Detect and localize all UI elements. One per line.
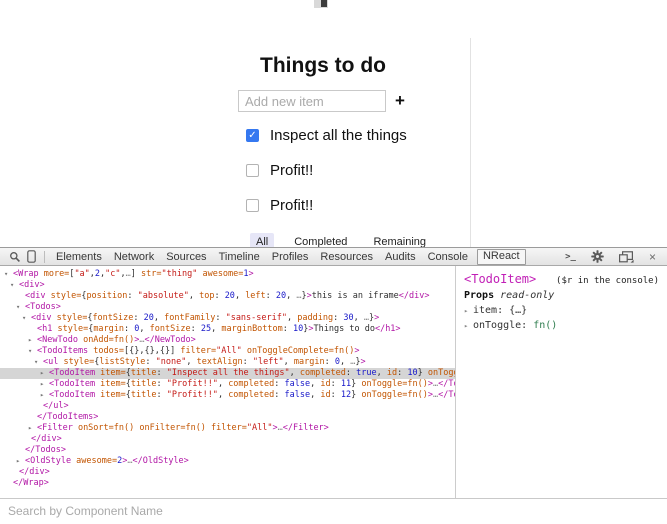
gear-icon[interactable] (591, 250, 604, 263)
selected-component-name: <TodoItem> (464, 272, 536, 286)
browser-content-area: Things to do + ✓ Inspect all the things Pr… (0, 0, 667, 247)
prop-row-item[interactable]: ▸item: {…} (464, 305, 659, 316)
prop-row-onToggle[interactable]: ▸onToggle: fn() (464, 320, 659, 331)
tab-profiles[interactable]: Profiles (266, 249, 315, 265)
tab-resources[interactable]: Resources (314, 249, 379, 265)
tab-timeline[interactable]: Timeline (213, 249, 266, 265)
tree-node[interactable]: <div style={position: "absolute", top: 2… (0, 291, 455, 302)
checkbox-checked-icon[interactable]: ✓ (246, 129, 259, 142)
toolbar-right-icons: >_ (562, 250, 661, 263)
props-readonly-label: read-only (500, 290, 554, 301)
todo-label: Inspect all the things (270, 127, 407, 144)
tree-node[interactable]: ▾<Wrap more=["a",2,"c",…] str="thing" aw… (0, 269, 455, 280)
close-icon[interactable]: × (649, 252, 656, 262)
tab-network[interactable]: Network (108, 249, 160, 265)
search-icon (9, 251, 21, 263)
tree-node[interactable]: </Todos> (0, 445, 455, 456)
component-search-input[interactable] (0, 499, 667, 523)
checkbox-unchecked-icon[interactable] (246, 199, 259, 212)
device-mode-icon[interactable] (27, 250, 36, 263)
component-tree-panel: ▾<Wrap more=["a",2,"c",…] str="thing" aw… (0, 266, 455, 498)
devtools-tab-strip: ElementsNetworkSourcesTimelineProfilesRe… (50, 249, 526, 265)
todo-row: Profit!! (238, 153, 408, 188)
devtools-panel: ElementsNetworkSourcesTimelineProfilesRe… (0, 247, 667, 523)
todo-row: ✓ Inspect all the things (238, 118, 408, 153)
props-label: Props (464, 290, 494, 301)
toolbar-separator (44, 251, 45, 263)
component-search-bar (0, 498, 667, 524)
new-item-input[interactable] (238, 90, 386, 112)
props-mode-line: Props read-only (464, 290, 659, 301)
browser-chrome-fragment (314, 0, 328, 8)
tree-node[interactable]: ▾<TodoItems todos=[{},{},{}] filter="All… (0, 346, 455, 357)
tree-node[interactable]: </div> (0, 434, 455, 445)
add-item-button[interactable]: + (395, 90, 405, 112)
todo-label: Profit!! (270, 197, 313, 214)
tree-node[interactable]: ▾<div style={fontSize: 20, fontFamily: "… (0, 313, 455, 324)
todo-list: ✓ Inspect all the things Profit!! Profit!! (238, 118, 408, 223)
tab-elements[interactable]: Elements (50, 249, 108, 265)
props-sidebar: <TodoItem> ($r in the console) Props rea… (455, 266, 667, 498)
console-toggle-icon[interactable]: >_ (565, 252, 576, 262)
props-list: ▸item: {…} ▸onToggle: fn() (464, 305, 659, 331)
tree-node[interactable]: </ul> (0, 401, 455, 412)
iframe-right-border (470, 38, 471, 247)
checkbox-unchecked-icon[interactable] (246, 164, 259, 177)
tree-node[interactable]: ▸<Filter onSort=fn() onFilter=fn() filte… (0, 423, 455, 434)
tree-node[interactable]: ▸<OldStyle awesome=2>…</OldStyle> (0, 456, 455, 467)
tree-node[interactable]: ▾<ul style={listStyle: "none", textAlign… (0, 357, 455, 368)
todo-app: Things to do + ✓ Inspect all the things Pr… (238, 54, 408, 251)
tree-node[interactable]: ▸<TodoItem item={title: "Inspect all the… (0, 368, 455, 379)
tab-sources[interactable]: Sources (160, 249, 212, 265)
devtools-toolbar: ElementsNetworkSourcesTimelineProfilesRe… (0, 248, 667, 266)
tab-audits[interactable]: Audits (379, 249, 422, 265)
tree-node[interactable]: ▸<NewTodo onAdd=fn()>…</NewTodo> (0, 335, 455, 346)
tree-node[interactable]: ▸<TodoItem item={title: "Profit!!", comp… (0, 379, 455, 390)
todo-row: Profit!! (238, 188, 408, 223)
todo-label: Profit!! (270, 162, 313, 179)
inspect-element-icon[interactable] (9, 251, 21, 263)
page-title: Things to do (238, 54, 408, 78)
tree-node[interactable]: ▾<div> (0, 280, 455, 291)
tree-node[interactable]: </Wrap> (0, 478, 455, 489)
tree-node[interactable]: ▾<Todos> (0, 302, 455, 313)
tree-node[interactable]: </TodoItems> (0, 412, 455, 423)
console-hint: ($r in the console) (556, 276, 659, 286)
props-header: <TodoItem> ($r in the console) (464, 272, 659, 286)
tree-node[interactable]: ▸<TodoItem item={title: "Profit!!", comp… (0, 390, 455, 401)
tab-nreact[interactable]: NReact (477, 249, 526, 265)
tab-console[interactable]: Console (422, 249, 474, 265)
tree-node[interactable]: <h1 style={margin: 0, fontSize: 25, marg… (0, 324, 455, 335)
dock-side-icon[interactable] (619, 251, 634, 263)
add-item-row: + (238, 90, 408, 112)
tree-node[interactable]: </div> (0, 467, 455, 478)
